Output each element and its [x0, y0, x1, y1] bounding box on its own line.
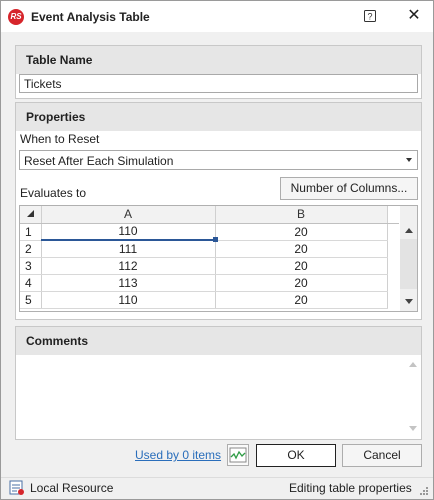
table-row: 1 110 20 [20, 223, 399, 241]
chart-button[interactable] [227, 444, 249, 466]
statusbar-divider [1, 477, 433, 478]
dialog-window: RS Event Analysis Table ? ✕ Table Name T… [0, 0, 434, 500]
grid-filler [387, 240, 399, 257]
column-header-b[interactable]: B [215, 206, 388, 224]
grid-header-row: A B [20, 206, 399, 224]
chevron-down-icon [406, 158, 412, 162]
scroll-thumb[interactable] [400, 239, 417, 289]
grid-scrollbar[interactable] [400, 206, 417, 311]
properties-heading: Properties [26, 110, 86, 124]
grid-cell-a4[interactable]: 113 [41, 274, 216, 292]
table-name-heading: Table Name [26, 53, 93, 67]
grid-filler [387, 223, 399, 240]
grid-cell-b2[interactable]: 20 [215, 240, 388, 258]
grid-cell-a5[interactable]: 110 [41, 291, 216, 309]
evaluates-to-label: Evaluates to [20, 186, 87, 200]
grid-cell-a3[interactable]: 112 [41, 257, 216, 275]
grid-cell-a2[interactable]: 111 [41, 240, 216, 258]
when-to-reset-label: When to Reset [20, 132, 100, 146]
row-number: 5 [20, 291, 42, 309]
table-row: 2 111 20 [20, 240, 399, 258]
comments-header: Comments [16, 327, 421, 355]
dialog-title: Event Analysis Table [31, 10, 150, 24]
table-name-header: Table Name [16, 46, 421, 74]
title-bar: RS Event Analysis Table ? ✕ [1, 1, 433, 32]
help-icon: ? [364, 10, 376, 22]
ok-button[interactable]: OK [256, 444, 336, 467]
scroll-up-icon[interactable] [409, 362, 417, 367]
scroll-down-icon[interactable] [409, 426, 417, 431]
grid-cell-a1[interactable]: 110 [41, 223, 216, 241]
status-text: Editing table properties [289, 481, 412, 495]
local-resource-icon [9, 480, 25, 496]
select-all-icon [27, 210, 35, 218]
grid-header-filler [387, 206, 399, 224]
grid-cell-b1[interactable]: 20 [215, 223, 388, 241]
local-resource-label: Local Resource [30, 481, 114, 495]
app-logo-icon: RS [8, 9, 24, 25]
fill-handle[interactable] [213, 237, 218, 242]
grid-filler [387, 257, 399, 274]
table-row: 5 110 20 [20, 291, 399, 309]
scroll-up-icon[interactable] [405, 228, 413, 233]
comments-input[interactable] [16, 356, 417, 438]
table-name-panel: Table Name Tickets [15, 45, 422, 99]
grid-corner-cell[interactable] [20, 206, 42, 224]
svg-text:?: ? [367, 12, 372, 22]
column-header-a[interactable]: A [41, 206, 216, 224]
row-number: 2 [20, 240, 42, 258]
grid-cell-b4[interactable]: 20 [215, 274, 388, 292]
grid-cell-b3[interactable]: 20 [215, 257, 388, 275]
grid-table: A B 1 110 20 2 111 20 3 112 20 4 113 20 … [20, 206, 399, 309]
properties-header: Properties [16, 103, 421, 131]
scroll-down-icon[interactable] [405, 299, 413, 304]
table-row: 3 112 20 [20, 257, 399, 275]
used-by-link[interactable]: Used by 0 items [135, 448, 221, 462]
grid-filler [387, 274, 399, 291]
grid-filler [387, 291, 399, 308]
resize-grip-icon[interactable] [419, 485, 429, 495]
close-icon: ✕ [407, 7, 421, 24]
when-to-reset-dropdown[interactable]: Reset After Each Simulation [19, 150, 418, 170]
row-number: 1 [20, 223, 42, 241]
comments-scrollbar[interactable] [404, 356, 421, 438]
table-row: 4 113 20 [20, 274, 399, 292]
close-button[interactable]: ✕ [406, 8, 422, 24]
help-button[interactable]: ? [363, 9, 377, 23]
row-number: 4 [20, 274, 42, 292]
comments-panel: Comments [15, 326, 422, 440]
table-name-input[interactable]: Tickets [19, 74, 418, 93]
evaluation-grid[interactable]: A B 1 110 20 2 111 20 3 112 20 4 113 20 … [19, 205, 418, 312]
number-of-columns-button[interactable]: Number of Columns... [280, 177, 418, 200]
comments-heading: Comments [26, 334, 89, 348]
when-to-reset-value: Reset After Each Simulation [24, 154, 174, 168]
cancel-button[interactable]: Cancel [342, 444, 422, 467]
row-number: 3 [20, 257, 42, 275]
chart-icon [229, 447, 247, 463]
grid-cell-b5[interactable]: 20 [215, 291, 388, 309]
